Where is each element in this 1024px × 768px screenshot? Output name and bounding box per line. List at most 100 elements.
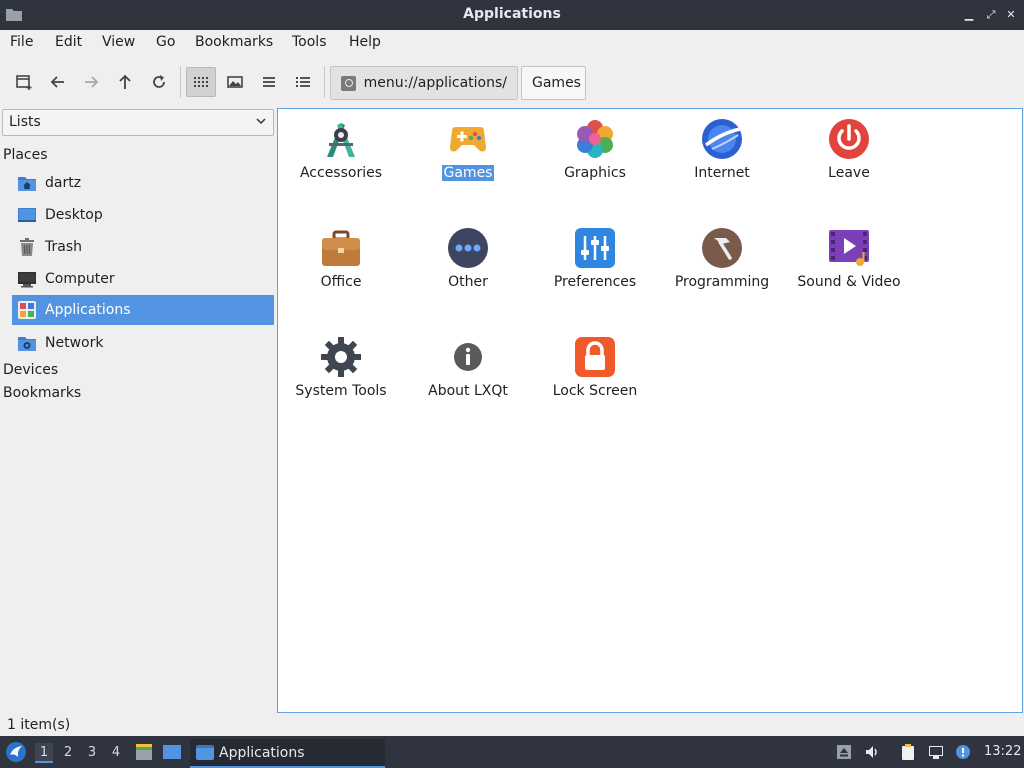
icon-view-button[interactable]	[186, 67, 216, 97]
applications-icon	[18, 301, 36, 319]
clock[interactable]: 13:22	[984, 744, 1021, 759]
app-label: Leave	[828, 165, 870, 181]
app-item-preferences[interactable]: Preferences	[535, 226, 655, 290]
menu-go[interactable]: Go	[156, 34, 175, 50]
volume-icon[interactable]	[864, 744, 880, 760]
menu-help[interactable]: Help	[349, 34, 381, 50]
menu-file[interactable]: File	[10, 34, 33, 50]
workspace-1[interactable]: 1	[35, 743, 53, 763]
place-item-desktop[interactable]: Desktop	[12, 200, 274, 230]
minimize-button[interactable]: ▁	[962, 8, 976, 22]
path-crumb-label: menu://applications/	[363, 75, 507, 91]
menu-edit[interactable]: Edit	[55, 34, 82, 50]
computer-icon	[18, 272, 36, 288]
place-label: Trash	[45, 239, 82, 255]
eject-icon[interactable]	[836, 744, 852, 760]
toolbar-separator	[180, 66, 181, 98]
file-manager-launcher-icon[interactable]	[135, 744, 153, 760]
toolbar-separator	[324, 66, 325, 98]
bookmarks-header[interactable]: Bookmarks	[3, 385, 81, 401]
close-button[interactable]: ✕	[1004, 8, 1018, 22]
search-location-icon	[341, 75, 356, 91]
app-item-graphics[interactable]: Graphics	[535, 117, 655, 181]
network-connection-icon[interactable]	[928, 744, 944, 760]
forward-button[interactable]	[76, 67, 106, 97]
show-desktop-icon[interactable]	[163, 744, 181, 760]
path-crumb-root[interactable]: menu://applications/	[330, 66, 518, 100]
app-item-games[interactable]: Games	[408, 117, 528, 181]
network-icon	[18, 337, 36, 351]
arrow-right-icon	[85, 76, 99, 88]
update-notifier-icon[interactable]	[955, 744, 971, 760]
path-crumb-current-label: Games	[532, 75, 581, 91]
maximize-button[interactable]: ⤢	[984, 8, 998, 22]
app-label: Preferences	[553, 274, 637, 290]
side-pane-mode-value: Lists	[9, 114, 41, 130]
home-folder-icon	[18, 177, 36, 191]
path-crumb-current[interactable]: Games	[521, 66, 586, 100]
app-item-internet[interactable]: Internet	[662, 117, 782, 181]
place-item-computer[interactable]: Computer	[12, 264, 274, 294]
side-pane-mode-select[interactable]: Lists	[2, 109, 274, 136]
app-label: Internet	[694, 165, 750, 181]
clipboard-icon[interactable]	[900, 744, 916, 760]
workspace-3[interactable]: 3	[83, 743, 101, 763]
preferences-icon	[575, 228, 615, 268]
internet-icon	[702, 119, 742, 159]
lock-screen-icon	[575, 337, 615, 377]
place-item-applications[interactable]: Applications	[12, 295, 274, 325]
new-tab-button[interactable]	[9, 67, 39, 97]
place-label: Computer	[45, 271, 115, 287]
taskbar: 1 2 3 4 Applications 13:22	[0, 736, 1024, 768]
reload-button[interactable]	[144, 67, 174, 97]
lxqt-menu-icon[interactable]	[5, 741, 27, 763]
main-file-view[interactable]: Accessories Games Graphics Internet Leav…	[277, 108, 1023, 713]
icon-view-icon	[194, 77, 208, 87]
taskbar-task-label: Applications	[219, 744, 305, 761]
app-item-sound-video[interactable]: Sound & Video	[789, 226, 909, 290]
devices-header[interactable]: Devices	[3, 362, 58, 378]
compact-view-icon	[263, 77, 275, 87]
new-tab-icon	[16, 75, 32, 90]
menu-bookmarks[interactable]: Bookmarks	[195, 34, 273, 50]
place-item-trash[interactable]: Trash	[12, 232, 274, 262]
app-label: Accessories	[299, 165, 383, 181]
up-button[interactable]	[110, 67, 140, 97]
chevron-down-icon	[256, 118, 266, 125]
app-item-accessories[interactable]: Accessories	[281, 117, 401, 181]
app-item-office[interactable]: Office	[281, 226, 401, 290]
workspace-4[interactable]: 4	[107, 743, 125, 763]
detailed-view-button[interactable]	[288, 67, 318, 97]
app-item-leave[interactable]: Leave	[789, 117, 909, 181]
system-tools-icon	[321, 337, 361, 377]
compact-view-button[interactable]	[254, 67, 284, 97]
menu-view[interactable]: View	[102, 34, 135, 50]
reload-icon	[153, 75, 165, 88]
app-label: Games	[441, 165, 495, 181]
place-item-dartz[interactable]: dartz	[12, 168, 274, 198]
app-label: System Tools	[295, 383, 387, 399]
app-item-programming[interactable]: Programming	[662, 226, 782, 290]
arrow-left-icon	[50, 76, 64, 88]
menu-bar: File Edit View Go Bookmarks Tools Help	[0, 30, 1024, 56]
window-title: Applications	[463, 6, 561, 22]
about-icon	[454, 343, 482, 371]
app-item-system-tools[interactable]: System Tools	[281, 335, 401, 399]
menu-tools[interactable]: Tools	[292, 34, 327, 50]
taskbar-task-applications[interactable]: Applications	[190, 739, 385, 768]
back-button[interactable]	[43, 67, 73, 97]
app-label: Graphics	[564, 165, 626, 181]
places-header[interactable]: Places	[3, 147, 48, 163]
accessories-icon	[327, 123, 355, 157]
graphics-icon	[577, 120, 613, 158]
status-bar-text: 1 item(s)	[7, 717, 71, 733]
sound-video-icon	[829, 230, 869, 266]
other-icon	[448, 228, 488, 268]
app-item-about-lxqt[interactable]: About LXQt	[408, 335, 528, 399]
workspace-2[interactable]: 2	[59, 743, 77, 763]
app-item-lock-screen[interactable]: Lock Screen	[535, 335, 655, 399]
app-item-other[interactable]: Other	[408, 226, 528, 290]
place-item-network[interactable]: Network	[12, 328, 274, 358]
thumbnail-view-button[interactable]	[220, 67, 250, 97]
arrow-up-icon	[119, 74, 131, 89]
